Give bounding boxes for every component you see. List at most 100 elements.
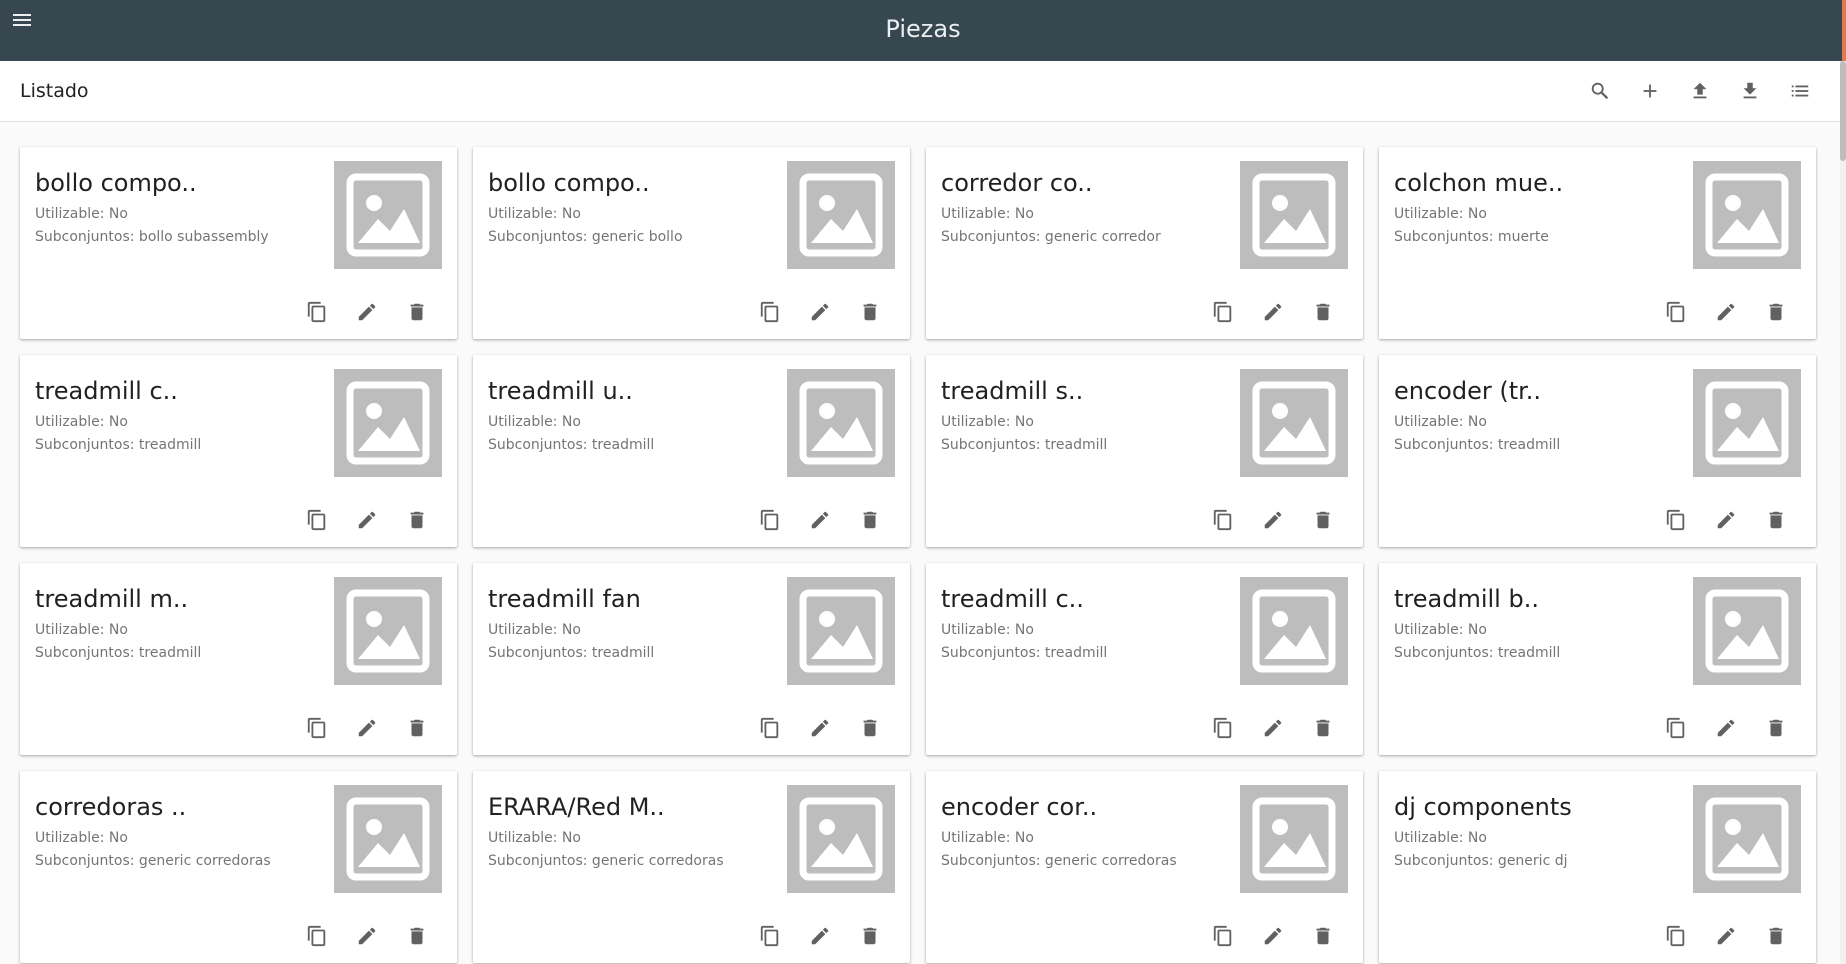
delete-button[interactable] [845, 713, 895, 743]
part-card[interactable]: bollo compo.. Utilizable: No Subconjunto… [473, 147, 910, 339]
listing-toolbar: Listado [0, 61, 1840, 122]
part-card[interactable]: treadmill c.. Utilizable: No Subconjunto… [20, 355, 457, 547]
edit-button[interactable] [795, 921, 845, 951]
copy-button[interactable] [1198, 505, 1248, 535]
edit-button[interactable] [1701, 713, 1751, 743]
edit-button[interactable] [1248, 297, 1298, 327]
delete-button[interactable] [392, 713, 442, 743]
edit-button[interactable] [1248, 505, 1298, 535]
copy-button[interactable] [292, 505, 342, 535]
copy-button[interactable] [292, 921, 342, 951]
copy-button[interactable] [1651, 505, 1701, 535]
delete-icon [863, 719, 877, 737]
vertical-scrollbar[interactable] [1840, 61, 1846, 964]
delete-button[interactable] [1298, 505, 1348, 535]
edit-button[interactable] [1248, 921, 1298, 951]
upload-button[interactable] [1675, 71, 1725, 111]
part-card[interactable]: dj components Utilizable: No Subconjunto… [1379, 771, 1816, 963]
copy-button[interactable] [745, 921, 795, 951]
edit-button[interactable] [795, 297, 845, 327]
part-card[interactable]: bollo compo.. Utilizable: No Subconjunto… [20, 147, 457, 339]
delete-button[interactable] [1298, 297, 1348, 327]
part-title: bollo compo.. [35, 169, 197, 197]
add-button[interactable] [1625, 71, 1675, 111]
list-view-button[interactable] [1775, 71, 1825, 111]
scrollbar-thumb[interactable] [1840, 61, 1846, 161]
edit-button[interactable] [342, 713, 392, 743]
copy-button[interactable] [292, 297, 342, 327]
edit-icon [1717, 927, 1735, 945]
part-card[interactable]: treadmill c.. Utilizable: No Subconjunto… [926, 563, 1363, 755]
search-button[interactable] [1575, 71, 1625, 111]
image-placeholder-icon [799, 381, 883, 465]
delete-button[interactable] [1751, 505, 1801, 535]
delete-button[interactable] [1298, 713, 1348, 743]
subconjuntos-label: Subconjuntos: generic dj [1394, 853, 1568, 869]
part-card[interactable]: treadmill fan Utilizable: No Subconjunto… [473, 563, 910, 755]
edit-button[interactable] [1701, 921, 1751, 951]
delete-icon [410, 511, 424, 529]
part-card[interactable]: colchon mue.. Utilizable: No Subconjunto… [1379, 147, 1816, 339]
copy-button[interactable] [1198, 921, 1248, 951]
edit-icon [1717, 511, 1735, 529]
image-placeholder-icon [1705, 589, 1789, 673]
part-card[interactable]: corredoras .. Utilizable: No Subconjunto… [20, 771, 457, 963]
list-icon [1791, 85, 1809, 97]
edit-button[interactable] [342, 921, 392, 951]
download-button[interactable] [1725, 71, 1775, 111]
edit-button[interactable] [342, 297, 392, 327]
delete-button[interactable] [845, 505, 895, 535]
delete-button[interactable] [1751, 713, 1801, 743]
subconjuntos-label: Subconjuntos: treadmill [941, 645, 1108, 661]
delete-icon [410, 927, 424, 945]
delete-icon [1769, 719, 1783, 737]
delete-button[interactable] [1751, 921, 1801, 951]
delete-button[interactable] [845, 921, 895, 951]
delete-icon [1769, 927, 1783, 945]
image-placeholder-icon [1252, 173, 1336, 257]
edit-button[interactable] [795, 713, 845, 743]
edit-icon [1264, 511, 1282, 529]
utilizable-label: Utilizable: No [488, 830, 581, 846]
part-card[interactable]: encoder cor.. Utilizable: No Subconjunto… [926, 771, 1363, 963]
edit-button[interactable] [795, 505, 845, 535]
image-placeholder-icon [1705, 173, 1789, 257]
copy-button[interactable] [1198, 297, 1248, 327]
delete-button[interactable] [392, 505, 442, 535]
part-meta: Utilizable: No Subconjuntos: treadmill [488, 411, 654, 457]
copy-button[interactable] [745, 297, 795, 327]
part-card[interactable]: treadmill m.. Utilizable: No Subconjunto… [20, 563, 457, 755]
copy-button[interactable] [292, 713, 342, 743]
copy-button[interactable] [1651, 297, 1701, 327]
copy-button[interactable] [745, 713, 795, 743]
part-title: treadmill s.. [941, 377, 1084, 405]
copy-button[interactable] [1651, 921, 1701, 951]
delete-button[interactable] [1298, 921, 1348, 951]
part-card[interactable]: treadmill u.. Utilizable: No Subconjunto… [473, 355, 910, 547]
copy-icon [307, 509, 326, 531]
edit-icon [1264, 303, 1282, 321]
utilizable-label: Utilizable: No [1394, 830, 1487, 846]
part-card[interactable]: corredor co.. Utilizable: No Subconjunto… [926, 147, 1363, 339]
copy-button[interactable] [745, 505, 795, 535]
edit-button[interactable] [1248, 713, 1298, 743]
copy-button[interactable] [1198, 713, 1248, 743]
edit-button[interactable] [1701, 297, 1751, 327]
part-image [334, 369, 442, 477]
edit-button[interactable] [342, 505, 392, 535]
part-meta: Utilizable: No Subconjuntos: treadmill [1394, 619, 1560, 665]
delete-icon [863, 927, 877, 945]
copy-button[interactable] [1651, 713, 1701, 743]
edit-button[interactable] [1701, 505, 1751, 535]
image-placeholder-icon [799, 589, 883, 673]
delete-button[interactable] [845, 297, 895, 327]
part-card[interactable]: ERARA/Red M.. Utilizable: No Subconjunto… [473, 771, 910, 963]
part-card[interactable]: treadmill s.. Utilizable: No Subconjunto… [926, 355, 1363, 547]
delete-button[interactable] [392, 921, 442, 951]
edit-icon [811, 511, 829, 529]
delete-button[interactable] [1751, 297, 1801, 327]
part-card[interactable]: treadmill b.. Utilizable: No Subconjunto… [1379, 563, 1816, 755]
part-title: treadmill b.. [1394, 585, 1539, 613]
part-card[interactable]: encoder (tr.. Utilizable: No Subconjunto… [1379, 355, 1816, 547]
delete-button[interactable] [392, 297, 442, 327]
